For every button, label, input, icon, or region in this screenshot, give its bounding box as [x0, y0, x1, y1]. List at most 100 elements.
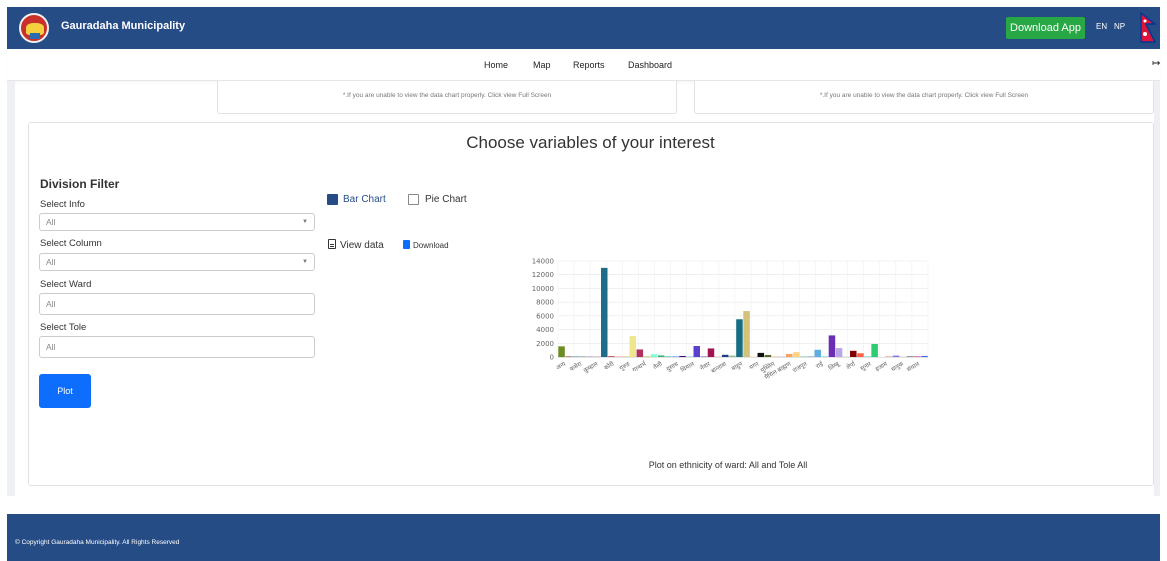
download-icon — [403, 240, 410, 249]
select-tole-label: Select Tole — [40, 322, 87, 333]
chart-bar — [743, 311, 750, 357]
copyright-text: © Copyright Gauradaha Municipality. All … — [15, 539, 180, 546]
chart-bar — [636, 349, 644, 357]
chart-bar — [600, 267, 608, 357]
y-tick-label: 8000 — [536, 299, 554, 307]
chart-caption: Plot on ethnicity of ward: All and Tole … — [648, 460, 808, 470]
lang-en-link[interactable]: EN — [1096, 22, 1107, 31]
select-ward-value: All — [46, 299, 56, 309]
chart-bar — [835, 348, 843, 357]
x-tick-label: शेर्पा — [845, 359, 858, 371]
select-info-dropdown[interactable]: All ▼ — [39, 213, 315, 231]
select-ward-label: Select Ward — [40, 279, 92, 290]
chart-bar — [615, 356, 622, 357]
x-tick-label: कुम्हाल — [583, 360, 600, 374]
chart-card-right: *.If you are unable to view the data cha… — [694, 81, 1154, 114]
chart-bar — [771, 355, 779, 357]
select-column-label: Select Column — [40, 238, 102, 249]
chart-bar — [850, 350, 857, 357]
x-tick-label: दुसाध — [665, 361, 680, 373]
plot-button[interactable]: Plot — [39, 374, 91, 408]
chart-bar — [842, 356, 850, 357]
select-column-dropdown[interactable]: All ▼ — [39, 253, 315, 271]
chart-bar — [906, 356, 914, 357]
x-tick-label: कोरी — [602, 360, 615, 372]
pie-chart-checkbox[interactable] — [408, 194, 419, 205]
pie-chart-label[interactable]: Pie Chart — [425, 194, 467, 205]
fullscreen-note: *.If you are unable to view the data cha… — [342, 92, 552, 99]
chart-bar — [665, 356, 672, 357]
chart-bar — [757, 352, 765, 357]
chart-bar — [650, 354, 658, 357]
nav-map[interactable]: Map — [533, 60, 551, 70]
brand-name: Gauradaha Municipality — [61, 20, 186, 32]
y-tick-label: 0 — [550, 354, 554, 362]
chart-bar — [793, 352, 800, 357]
x-tick-label: गान्धर्भ — [631, 359, 648, 374]
nav-home[interactable]: Home — [484, 60, 508, 70]
chart-bar — [857, 353, 864, 357]
chart-bar — [608, 356, 615, 357]
x-tick-label: गुरुङ — [619, 361, 632, 373]
y-tick-label: 4000 — [536, 326, 554, 334]
chart-bar — [892, 355, 900, 357]
x-tick-label: राई — [814, 359, 825, 370]
view-data-link[interactable]: View data — [328, 239, 384, 251]
chart-bar — [878, 356, 886, 357]
x-tick-label: तेली — [652, 360, 664, 372]
chevron-down-icon: ▼ — [302, 219, 308, 225]
chart-bar — [899, 356, 907, 357]
footer: © Copyright Gauradaha Municipality. All … — [7, 514, 1160, 561]
chart-bar — [729, 355, 736, 357]
x-tick-label: राजपूत — [792, 360, 809, 374]
chart-card-left: *.If you are unable to view the data cha… — [217, 81, 677, 114]
chart-bar — [778, 356, 786, 357]
nepal-flag-icon — [1140, 12, 1156, 43]
lang-np-link[interactable]: NP — [1114, 22, 1125, 31]
x-tick-label: धानुक — [890, 360, 905, 373]
chart-bar — [821, 356, 829, 357]
select-ward-input[interactable]: All — [39, 293, 315, 315]
chart-bar — [914, 356, 921, 357]
chart-bar — [885, 356, 893, 357]
y-tick-label: 2000 — [536, 340, 554, 348]
bar-chart-label[interactable]: Bar Chart — [343, 194, 386, 205]
select-tole-input[interactable]: All — [39, 336, 315, 358]
chart-bar — [921, 355, 928, 357]
nav-dashboard[interactable]: Dashboard — [628, 60, 672, 70]
chart-bar — [629, 336, 636, 357]
chart-bar — [736, 319, 743, 357]
x-tick-label: संथाल — [906, 360, 922, 373]
page-title: Choose variables of your interest — [466, 133, 715, 152]
download-label: Download — [413, 241, 449, 250]
chart-bar — [558, 346, 565, 357]
x-tick-label: सुनार — [859, 360, 873, 372]
chart-bar — [807, 355, 814, 357]
x-tick-label: हजाम — [874, 360, 889, 373]
chart-bar — [764, 354, 772, 357]
division-filter-title: Division Filter — [40, 177, 120, 191]
chart-bar — [672, 356, 679, 357]
select-info-value: All — [46, 217, 56, 227]
fullscreen-note: *.If you are unable to view the data cha… — [819, 92, 1029, 99]
select-tole-value: All — [46, 342, 56, 352]
download-app-button[interactable]: Download App — [1006, 17, 1085, 39]
chart-bar — [693, 346, 701, 357]
chart-bar — [657, 355, 665, 357]
logout-icon[interactable]: ↦ — [1152, 58, 1160, 69]
chart-bar — [750, 356, 757, 357]
chart-bar — [714, 356, 722, 357]
ethnicity-bar-chart: 0 2000 4000 6000 8000 10000 12000 14000 अन्य कसेर… — [532, 258, 929, 381]
bar-chart-checkbox[interactable] — [327, 194, 338, 205]
top-header: Gauradaha Municipality Download App EN N… — [7, 7, 1160, 49]
x-tick-label: लिम्बू — [827, 359, 841, 372]
y-tick-label: 10000 — [532, 285, 554, 293]
chart-bar — [871, 343, 878, 357]
chart-bar — [864, 356, 871, 357]
nav-reports[interactable]: Reports — [573, 60, 605, 70]
view-data-label: View data — [340, 240, 384, 251]
download-link[interactable]: Download — [403, 240, 449, 250]
x-tick-label: अन्य — [555, 360, 567, 371]
chart-bar — [800, 356, 807, 357]
chevron-down-icon: ▼ — [302, 259, 308, 265]
